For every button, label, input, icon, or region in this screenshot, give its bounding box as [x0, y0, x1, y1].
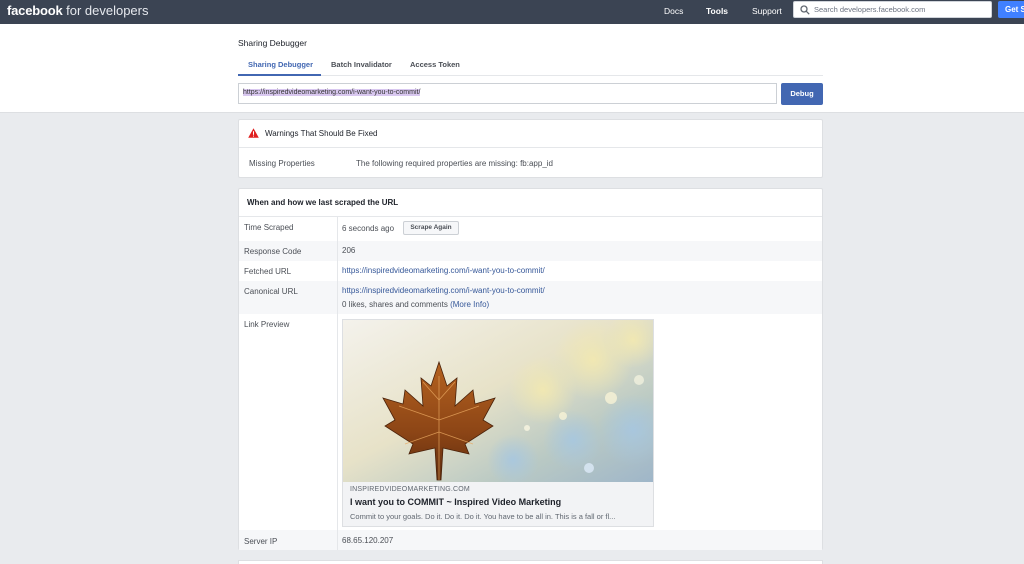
nav-link-docs[interactable]: Docs: [664, 6, 683, 17]
url-input[interactable]: https://inspiredvideomarketing.com/i-wan…: [238, 83, 777, 104]
search-input[interactable]: [814, 3, 988, 16]
brand-suffix: for developers: [66, 3, 149, 18]
scrape-panel-title: When and how we last scraped the URL: [247, 198, 399, 207]
brand-wordmark: facebook: [7, 3, 63, 18]
nav-link-support[interactable]: Support: [752, 6, 782, 17]
canonical-url-label: Canonical URL: [244, 287, 298, 296]
server-ip-value: 68.65.120.207: [342, 536, 394, 545]
server-ip-row: Server IP 68.65.120.207: [239, 530, 822, 550]
more-info-link[interactable]: (More Info): [450, 300, 489, 309]
canonical-url-row: Canonical URL https://inspiredvideomarke…: [239, 281, 822, 314]
column-divider: [337, 217, 338, 550]
url-input-value: https://inspiredvideomarketing.com/i-wan…: [243, 89, 421, 96]
engagement-count: 0 likes, shares and comments: [342, 300, 448, 309]
warnings-panel: Warnings That Should Be Fixed Missing Pr…: [238, 119, 823, 178]
next-panel-top: [238, 560, 823, 564]
warning-icon: [248, 128, 259, 138]
maple-leaf-image: [343, 320, 653, 482]
link-preview-card[interactable]: INSPIREDVIDEOMARKETING.COM I want you to…: [342, 319, 654, 527]
time-scraped-row: Time Scraped 6 seconds ago: [239, 217, 822, 241]
debug-button[interactable]: Debug: [781, 83, 823, 105]
link-preview-label: Link Preview: [244, 320, 290, 329]
tab-batch-invalidator[interactable]: Batch Invalidator: [331, 60, 392, 69]
tab-bar: Sharing Debugger Batch Invalidator Acces…: [238, 55, 823, 76]
facebook-developers-logo[interactable]: facebook for developers: [7, 2, 149, 20]
time-scraped-label: Time Scraped: [244, 223, 294, 232]
fetched-url-row: Fetched URL https://inspiredvideomarketi…: [239, 261, 822, 281]
response-code-row: Response Code 206: [239, 241, 822, 261]
preview-domain: INSPIREDVIDEOMARKETING.COM: [350, 486, 470, 493]
top-navigation-bar: facebook for developers Docs Tools Suppo…: [0, 0, 1024, 24]
page-title: Sharing Debugger: [238, 38, 307, 48]
search-icon: [800, 5, 810, 15]
response-code-value: 206: [342, 246, 356, 255]
time-scraped-value: 6 seconds ago: [342, 224, 395, 233]
preview-title: I want you to COMMIT ~ Inspired Video Ma…: [350, 497, 562, 507]
fetched-url-link[interactable]: https://inspiredvideomarketing.com/i-wan…: [342, 266, 545, 275]
get-started-button[interactable]: Get S: [998, 1, 1024, 18]
scrape-details-panel: When and how we last scraped the URL Tim…: [238, 188, 823, 550]
fetched-url-label: Fetched URL: [244, 267, 292, 276]
active-tab-indicator: [238, 74, 321, 76]
missing-properties-label: Missing Properties: [249, 159, 315, 168]
missing-properties-text: The following required properties are mi…: [356, 159, 553, 168]
response-code-label: Response Code: [244, 247, 302, 256]
tab-access-token[interactable]: Access Token: [410, 60, 460, 69]
search-box: [793, 1, 992, 18]
server-ip-label: Server IP: [244, 537, 278, 546]
engagement-line: 0 likes, shares and comments (More Info): [342, 300, 489, 309]
warnings-header: Warnings That Should Be Fixed: [239, 120, 822, 148]
scrape-again-button[interactable]: Scrape Again: [403, 221, 459, 235]
debugger-header: Sharing Debugger Sharing Debugger Batch …: [0, 24, 1024, 113]
preview-description: Commit to your goals. Do it. Do it. Do i…: [350, 512, 616, 521]
warnings-title: Warnings That Should Be Fixed: [265, 129, 378, 138]
preview-image: [343, 320, 653, 482]
canonical-url-link[interactable]: https://inspiredvideomarketing.com/i-wan…: [342, 286, 545, 295]
preview-meta: INSPIREDVIDEOMARKETING.COM I want you to…: [343, 482, 653, 526]
tab-sharing-debugger[interactable]: Sharing Debugger: [248, 60, 313, 69]
nav-link-tools[interactable]: Tools: [706, 6, 728, 17]
